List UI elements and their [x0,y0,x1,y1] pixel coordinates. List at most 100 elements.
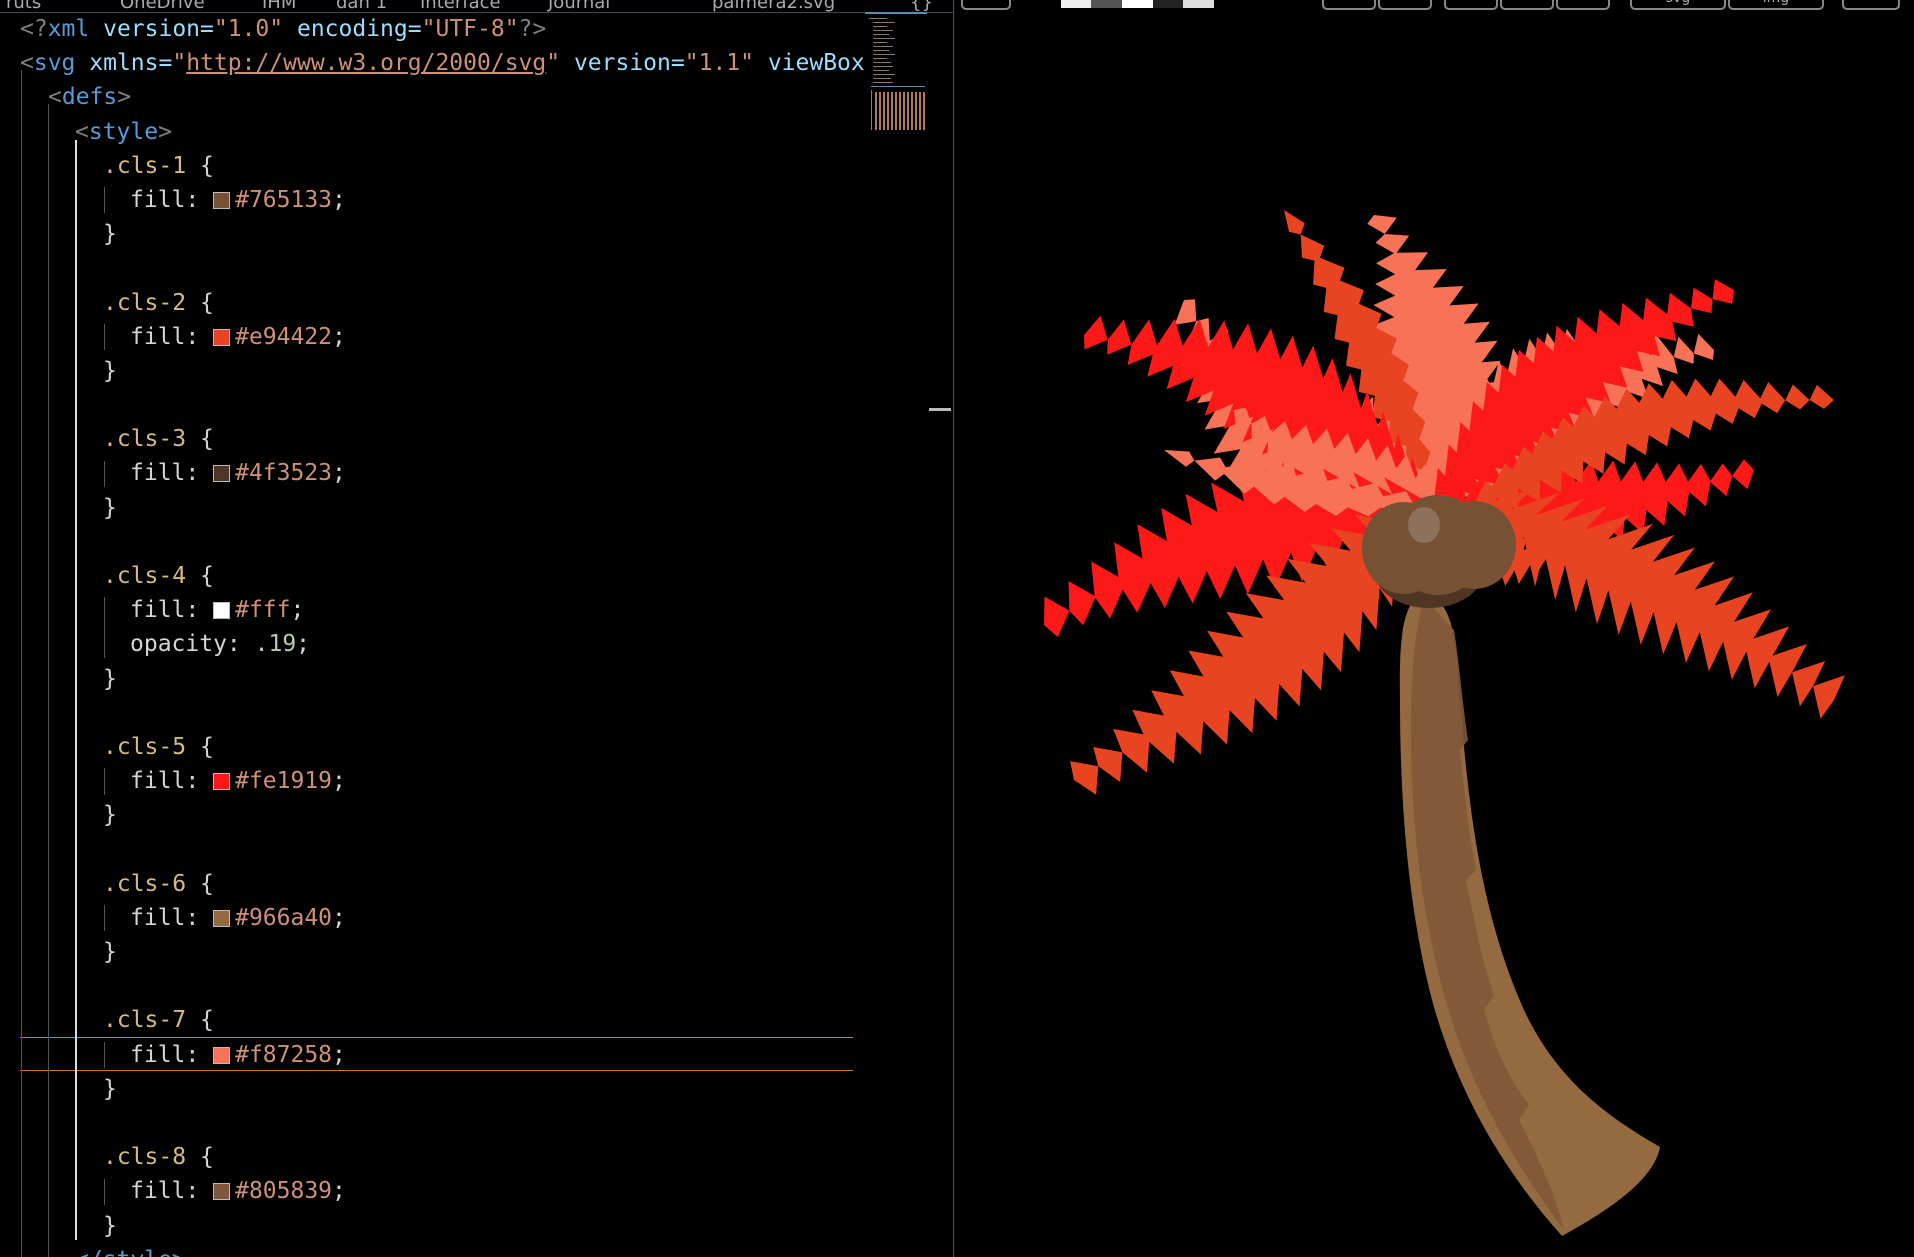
close-brace: } [103,1212,117,1239]
css-color-value: #fe1919 [235,768,333,795]
indent-guide [21,70,22,1257]
open-brace: { [186,152,214,179]
minimap[interactable] [865,12,927,132]
code-line: fill: #4f3523; [0,456,860,490]
code-lines[interactable]: <?xml version="1.0" encoding="UTF-8"?> <… [0,12,865,1257]
code-line: .cls-4 { [0,559,860,593]
css-number-value: .19 [254,631,297,658]
css-property: fill: [130,323,214,350]
close-brace: } [103,939,117,966]
defs-tag: defs [61,84,118,111]
code-line: <style> [0,115,860,149]
scrollbar-thumb[interactable] [929,408,951,411]
style-close-tag: </style> [75,1247,186,1257]
color-swatch-icon[interactable] [213,1183,231,1201]
semicolon: ; [332,323,346,350]
code-line: fill: #e94422; [0,320,860,354]
semicolon: ; [332,904,346,931]
close-brace: } [103,1075,117,1102]
css-selector: .cls-4 [103,563,187,589]
indent-guide [104,597,105,658]
css-color-value: #805839 [235,1178,333,1205]
indent-guide-active [75,140,77,1240]
indent-guide [48,104,49,1257]
code-line: <svg xmlns="http://www.w3.org/2000/svg" … [0,46,865,80]
css-selector: .cls-1 [103,152,187,179]
style-gt: > [158,118,172,145]
css-property: fill: [130,1178,214,1205]
xml-attr: encoding= [283,16,422,42]
css-selector: .cls-6 [103,870,187,897]
svg-quote: " [546,50,561,77]
css-selector: .cls-8 [103,1144,187,1171]
svg-preview-pane: · · · svg img [954,0,1914,1257]
palm-tree-image [1020,199,1865,1236]
code-editor-pane[interactable]: ruts OneDrive IHM dah 1 Interface Journa… [0,0,954,1257]
color-swatch-icon[interactable] [213,773,231,791]
open-brace: { [186,563,214,589]
color-swatch-icon[interactable] [213,465,231,483]
semicolon: ; [332,460,346,487]
css-property: opacity: [130,631,255,658]
svg-value: "1.1" [684,50,754,77]
xml-attr: version= [89,16,214,42]
css-color-value: #4f3523 [235,460,333,487]
semicolon: ; [332,186,346,213]
css-selector: .cls-2 [103,289,187,316]
code-line: fill: #fe1919; [0,764,860,798]
code-line: .cls-1 { [0,149,860,183]
svg-quote: " [172,50,187,77]
css-property: fill: [130,460,214,487]
indent-guide [104,905,105,932]
color-swatch-icon[interactable] [213,602,231,620]
color-swatch-icon[interactable] [213,328,231,346]
open-brace: { [186,426,214,453]
color-swatch-icon[interactable] [213,191,231,209]
css-color-value: #e94422 [235,323,333,350]
indent-guide [104,187,105,214]
open-brace: { [186,1007,214,1034]
code-line: .cls-7 { [0,1003,860,1037]
css-selector: .cls-3 [103,426,187,453]
code-line: fill: #805839; [0,1174,860,1208]
close-brace: } [103,665,117,692]
code-line: .cls-3 { [0,422,860,456]
color-swatch-icon[interactable] [213,909,231,927]
open-brace: { [186,289,214,316]
code-line: } [0,662,860,696]
code-line: } [0,1209,860,1243]
code-line: .cls-2 { [0,286,860,320]
code-line: <defs> [0,80,860,114]
palm-trunk [1399,594,1660,1236]
css-property: fill: [130,904,214,931]
xml-open: <? [20,16,48,42]
color-swatch-icon[interactable] [213,1046,231,1064]
code-line: } [0,935,860,969]
close-brace: } [103,357,117,384]
xml-name: xml [47,16,90,42]
open-brace: { [186,733,214,760]
indent-guide [104,460,105,487]
semicolon: ; [332,1178,346,1205]
css-color-value: #966a40 [235,904,333,931]
code-line: } [0,798,860,832]
code-line: } [0,354,860,388]
code-line: fill: #966a40; [0,901,860,935]
semicolon: ; [296,631,311,658]
semicolon: ; [332,768,346,795]
svg-attr: xmlns= [75,50,173,77]
defs-gt: > [117,84,132,111]
close-brace: } [103,221,117,248]
indent-guide [104,1042,105,1069]
semicolon: ; [290,597,305,624]
semicolon: ; [332,1041,346,1068]
code-line: } [0,1072,860,1106]
svg-namespace-link[interactable]: http://www.w3.org/2000/svg [186,50,546,76]
code-line: .cls-8 { [0,1140,860,1174]
